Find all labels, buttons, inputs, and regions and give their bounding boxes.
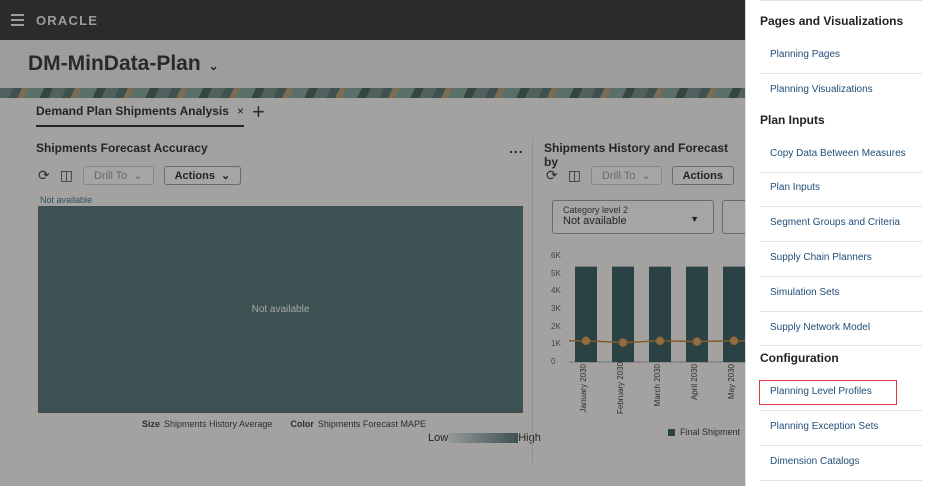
separator bbox=[760, 445, 922, 446]
navigator-panel: Pages and Visualizations Planning Pages Pl… bbox=[745, 0, 936, 486]
separator bbox=[760, 345, 922, 346]
panel-link-copy-data-between-measures[interactable]: Copy Data Between Measures bbox=[760, 148, 922, 159]
section-title: Plan Inputs bbox=[760, 113, 825, 127]
panel-link-simulation-sets[interactable]: Simulation Sets bbox=[760, 287, 922, 298]
panel-link-plan-inputs[interactable]: Plan Inputs bbox=[760, 182, 922, 193]
panel-link-segment-groups-and-criteria[interactable]: Segment Groups and Criteria bbox=[760, 217, 922, 228]
separator bbox=[760, 311, 922, 312]
separator bbox=[760, 0, 922, 1]
separator bbox=[760, 410, 922, 411]
section-title: Configuration bbox=[760, 351, 839, 365]
separator bbox=[760, 480, 922, 481]
separator bbox=[760, 73, 922, 74]
section-title: Pages and Visualizations bbox=[760, 14, 904, 28]
panel-link-supply-network-model[interactable]: Supply Network Model bbox=[760, 322, 922, 333]
overlay-scrim[interactable] bbox=[0, 0, 745, 486]
separator bbox=[760, 206, 922, 207]
highlight-box bbox=[759, 380, 897, 405]
panel-link-planning-exception-sets[interactable]: Planning Exception Sets bbox=[760, 421, 922, 432]
panel-link-planning-pages[interactable]: Planning Pages bbox=[760, 49, 922, 60]
panel-link-dimension-catalogs[interactable]: Dimension Catalogs bbox=[760, 456, 922, 467]
separator bbox=[760, 241, 922, 242]
panel-link-planning-visualizations[interactable]: Planning Visualizations bbox=[760, 84, 922, 95]
separator bbox=[760, 172, 922, 173]
panel-link-supply-chain-planners[interactable]: Supply Chain Planners bbox=[760, 252, 922, 263]
separator bbox=[760, 276, 922, 277]
